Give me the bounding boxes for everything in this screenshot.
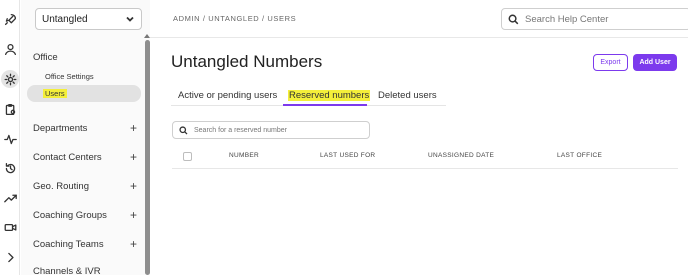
sidebar-item-label: Channels & IVR (33, 266, 101, 275)
sidebar-item-contact-centers[interactable]: Contact Centers + (33, 151, 137, 163)
history-icon[interactable] (2, 160, 18, 176)
sidebar: Untangled Office Office Settings Users D… (21, 0, 150, 275)
sidebar-item-geo-routing[interactable]: Geo. Routing + (33, 180, 137, 192)
page-title: Untangled Numbers (171, 52, 323, 71)
top-bar: ADMIN / UNTANGLED / USERS Search Help Ce… (150, 0, 688, 38)
sidebar-item-channels-ivr[interactable]: Channels & IVR (33, 266, 137, 275)
chevron-right-icon[interactable] (2, 249, 18, 265)
clipboard-gear-icon[interactable] (2, 101, 18, 117)
table-search-placeholder: Search for a reserved number (194, 126, 287, 134)
tab-bar: Active or pending users Reserved numbers… (171, 88, 446, 106)
search-icon (179, 125, 188, 134)
tab-reserved-numbers[interactable]: Reserved numbers (288, 90, 371, 101)
sidebar-item-office-settings[interactable]: Office Settings (45, 72, 94, 81)
pulse-icon[interactable] (2, 131, 18, 147)
office-select[interactable]: Untangled (35, 8, 142, 30)
search-icon (508, 14, 519, 24)
plus-icon[interactable]: + (130, 209, 137, 221)
help-search-placeholder: Search Help Center (525, 13, 609, 25)
sidebar-item-label: Coaching Groups (33, 209, 107, 221)
sidebar-item-label: Coaching Teams (33, 238, 104, 250)
sidebar-item-label: Contact Centers (33, 151, 102, 163)
icon-rail (0, 0, 20, 275)
export-button[interactable]: Export (593, 54, 628, 71)
plus-icon[interactable]: + (130, 122, 137, 134)
select-all-checkbox[interactable] (183, 152, 192, 161)
sidebar-scrollbar[interactable] (145, 40, 150, 275)
rocket-icon[interactable] (2, 11, 18, 27)
sidebar-item-departments[interactable]: Departments + (33, 122, 137, 134)
person-icon[interactable] (2, 41, 18, 57)
sidebar-section-office: Office (33, 52, 58, 63)
sidebar-item-coaching-teams[interactable]: Coaching Teams + (33, 238, 137, 250)
tab-deleted-users[interactable]: Deleted users (378, 90, 437, 101)
sidebar-item-label: Departments (33, 122, 88, 134)
column-header-unassigned-date[interactable]: UNASSIGNED DATE (428, 152, 494, 159)
video-icon[interactable] (2, 219, 18, 235)
tab-label: Reserved numbers (288, 90, 371, 101)
column-header-number[interactable]: NUMBER (229, 152, 259, 159)
help-center-search[interactable]: Search Help Center (501, 8, 688, 30)
active-tab-indicator (283, 104, 367, 106)
plus-icon[interactable]: + (130, 238, 137, 250)
add-user-button[interactable]: Add User (633, 54, 677, 71)
plus-icon[interactable]: + (130, 151, 137, 163)
plus-icon[interactable]: + (130, 180, 137, 192)
tab-active-or-pending-users[interactable]: Active or pending users (178, 90, 277, 101)
sidebar-item-label: Geo. Routing (33, 180, 89, 192)
sidebar-item-coaching-groups[interactable]: Coaching Groups + (33, 209, 137, 221)
chevron-down-icon (126, 16, 134, 22)
gear-icon[interactable] (1, 70, 19, 88)
column-header-last-used-for[interactable]: LAST USED FOR (320, 152, 375, 159)
table-header: NUMBER LAST USED FOR UNASSIGNED DATE LAS… (172, 145, 678, 169)
reserved-number-search-input[interactable]: Search for a reserved number (172, 121, 370, 139)
breadcrumb: ADMIN / UNTANGLED / USERS (173, 14, 297, 23)
sidebar-item-users[interactable]: Users (43, 89, 67, 98)
column-header-last-office[interactable]: LAST OFFICE (557, 152, 602, 159)
trending-icon[interactable] (2, 190, 18, 206)
office-select-value: Untangled (42, 13, 88, 25)
